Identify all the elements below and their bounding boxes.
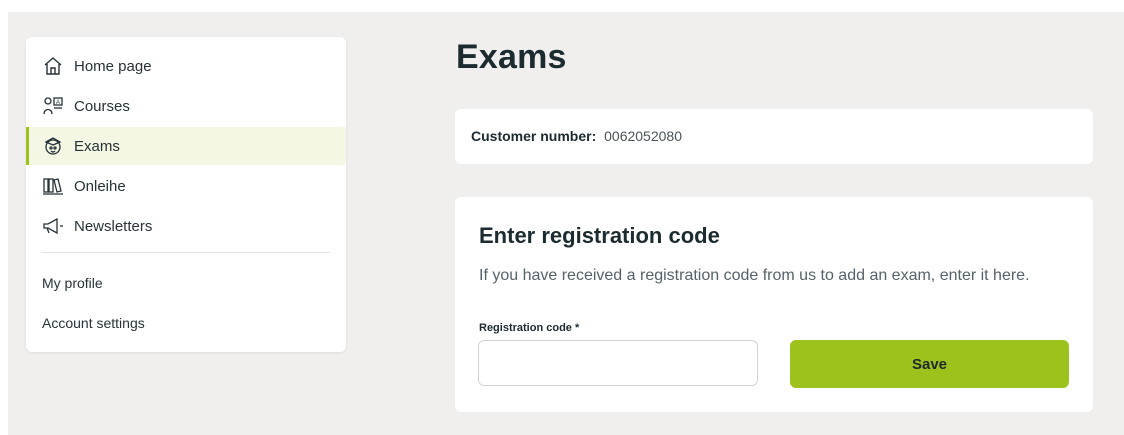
home-icon xyxy=(42,55,64,77)
save-button[interactable]: Save xyxy=(790,340,1069,388)
svg-text:A: A xyxy=(56,100,60,106)
sidebar-item-courses[interactable]: A Courses xyxy=(26,87,346,125)
registration-description: If you have received a registration code… xyxy=(479,267,1030,284)
page-title: Exams xyxy=(456,38,567,76)
sidebar-item-label: Home page xyxy=(74,57,152,75)
sidebar: Home page A Courses Exams Onleihe Newsle… xyxy=(26,37,346,352)
customer-number-card: Customer number: 0062052080 xyxy=(455,109,1093,164)
megaphone-icon xyxy=(42,215,64,237)
courses-icon: A xyxy=(42,95,64,117)
registration-title: Enter registration code xyxy=(479,223,720,248)
sidebar-item-home[interactable]: Home page xyxy=(26,47,346,85)
sidebar-item-label: Exams xyxy=(74,137,120,155)
sidebar-divider xyxy=(42,252,330,253)
exams-icon xyxy=(42,135,64,157)
library-icon xyxy=(42,175,64,197)
customer-number-label: Customer number: xyxy=(471,128,597,144)
sidebar-item-label: Onleihe xyxy=(74,177,126,195)
registration-code-label: Registration code * xyxy=(479,322,580,334)
customer-number-value: 0062052080 xyxy=(604,128,682,144)
sidebar-item-exams[interactable]: Exams xyxy=(26,127,346,165)
my-profile-link[interactable]: My profile xyxy=(42,275,103,291)
sidebar-item-label: Courses xyxy=(74,97,130,115)
registration-code-input[interactable] xyxy=(478,340,758,386)
customer-number-row: Customer number: 0062052080 xyxy=(471,128,682,144)
account-settings-link[interactable]: Account settings xyxy=(42,315,145,331)
registration-code-card: Enter registration code If you have rece… xyxy=(455,197,1093,412)
sidebar-item-label: Newsletters xyxy=(74,217,153,235)
sidebar-item-onleihe[interactable]: Onleihe xyxy=(26,167,346,205)
sidebar-nav: Home page A Courses Exams Onleihe Newsle… xyxy=(26,47,346,247)
sidebar-item-newsletters[interactable]: Newsletters xyxy=(26,207,346,245)
